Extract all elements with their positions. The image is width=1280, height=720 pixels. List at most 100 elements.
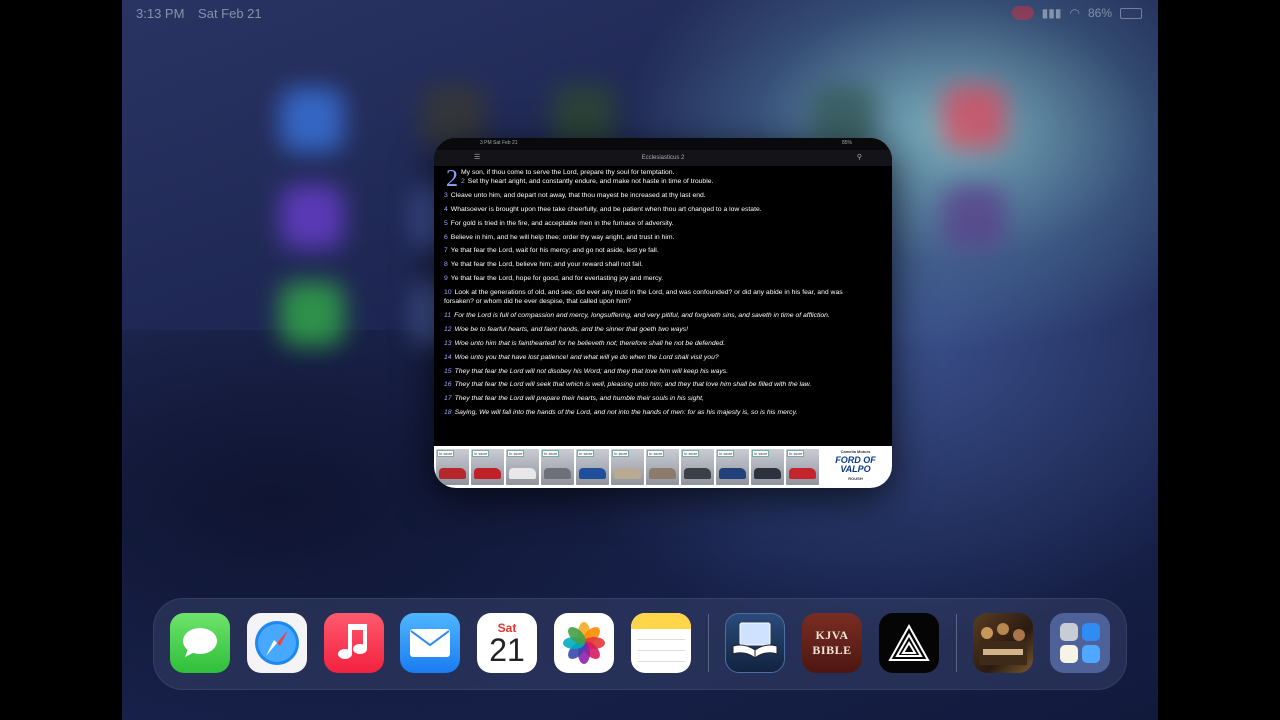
car-shape xyxy=(684,468,711,479)
verse-text: Believe in him, and he will help thee; o… xyxy=(450,233,675,241)
ad-tag: In store xyxy=(577,450,595,457)
ad-car-tile[interactable]: In store xyxy=(646,449,679,485)
verse-number: 15 xyxy=(444,367,452,375)
verse-number: 11 xyxy=(444,312,452,320)
card-status-battery: 85% xyxy=(841,140,852,146)
music-note-icon xyxy=(338,624,367,659)
screen-recording-icon xyxy=(1011,6,1034,20)
ad-car-tile[interactable]: In store xyxy=(681,449,714,485)
ad-car-tile[interactable]: In store xyxy=(611,449,644,485)
app-library-icon[interactable] xyxy=(1050,613,1110,673)
verse-1[interactable]: 2 My son, if thou come to serve the Lord… xyxy=(444,167,872,191)
blurred-app-icon xyxy=(942,185,1006,249)
car-shape xyxy=(579,468,606,479)
notes-line xyxy=(637,639,685,640)
verse-6[interactable]: 6 Believe in him, and he will help thee; … xyxy=(444,233,872,242)
kjva-subtitle: BIBLE xyxy=(812,643,852,657)
calendar-date: 21 xyxy=(489,632,525,668)
ad-tag: In store xyxy=(507,450,525,457)
verse-number: 18 xyxy=(444,409,452,417)
verse-number: 6 xyxy=(444,233,448,241)
verse-8[interactable]: 8 Ye that fear the Lord, believe him; and… xyxy=(444,260,872,269)
ad-car-tile[interactable]: In store xyxy=(506,449,539,485)
verse-18[interactable]: 18 Saying, We will fall into the hands of… xyxy=(444,408,872,417)
verse-11[interactable]: 11 For the Lord is full of compassion and… xyxy=(444,311,872,320)
ad-banner[interactable]: In store In store In store In store In store… xyxy=(434,446,892,488)
dealer-name: FORD OF VALPO xyxy=(835,455,876,474)
verse-17[interactable]: 17 They that fear the Lord will prepare t… xyxy=(444,394,872,403)
dock-separator xyxy=(708,614,709,672)
status-date: Sat Feb 21 xyxy=(198,6,262,21)
blurred-app-icon xyxy=(280,185,344,249)
verse-text: Woe be to fearful hearts, and faint hand… xyxy=(454,325,689,333)
verse-number: 12 xyxy=(444,325,452,333)
verse-text: Woe unto him that is fainthearted! for h… xyxy=(454,339,726,347)
ad-car-strip[interactable]: In store In store In store In store In store… xyxy=(436,449,821,485)
ad-car-tile[interactable]: In store xyxy=(751,449,784,485)
ad-car-tile[interactable]: In store xyxy=(471,449,504,485)
verse-text: Cleave unto him, and depart not away, th… xyxy=(450,191,706,199)
verse-number: 17 xyxy=(444,395,452,403)
ad-car-tile[interactable]: In store xyxy=(576,449,609,485)
recent-photo-thumbnail[interactable] xyxy=(973,613,1033,673)
verse-number: 8 xyxy=(444,261,448,269)
verse-number: 13 xyxy=(444,339,452,347)
verse-text: They that fear the Lord will seek that w… xyxy=(454,381,812,389)
kjva-bible-app-icon[interactable]: KJVA BIBLE xyxy=(802,613,862,673)
status-bar: 3:13 PM Sat Feb 21 xyxy=(136,6,272,21)
search-icon[interactable]: ⚲ xyxy=(857,150,862,166)
verse-4[interactable]: 4 Whatsoever is brought upon thee take ch… xyxy=(444,205,872,214)
ad-tag: In store xyxy=(542,450,560,457)
safari-app-icon[interactable] xyxy=(247,613,307,673)
car-shape xyxy=(544,468,571,479)
verse-12[interactable]: 12 Woe be to fearful hearts, and faint ha… xyxy=(444,325,872,334)
photos-flower-icon xyxy=(563,622,605,664)
verse-14[interactable]: 14 Woe unto you that have lost patience! … xyxy=(444,353,872,362)
verse-5[interactable]: 5 For gold is tried in the fire, and acce… xyxy=(444,219,872,228)
verse-text: Ye that fear the Lord, believe him; and … xyxy=(450,261,643,269)
verse-text: For gold is tried in the fire, and accep… xyxy=(450,219,674,227)
calendar-app-icon[interactable]: Sat 21 xyxy=(477,613,537,673)
blurred-app-icon xyxy=(280,88,344,152)
verse-16[interactable]: 16 They that fear the Lord will seek that… xyxy=(444,380,872,389)
verse-15[interactable]: 15 They that fear the Lord will not disob… xyxy=(444,367,872,376)
verse-number: 10 xyxy=(444,289,452,297)
battery-icon xyxy=(1120,7,1142,19)
prism-app-icon[interactable] xyxy=(879,613,939,673)
ad-car-tile[interactable]: In store xyxy=(436,449,469,485)
menu-icon[interactable]: ☰ xyxy=(474,150,480,166)
wifi-icon: ◠ xyxy=(1069,6,1080,20)
ad-car-tile[interactable]: In store xyxy=(541,449,574,485)
verse-10[interactable]: 10 Look at the generations of old, and se… xyxy=(444,288,872,306)
verse-list: 2 My son, if thou come to serve the Lord… xyxy=(434,166,892,444)
notes-header-strip xyxy=(631,613,691,629)
blurred-app-icon xyxy=(942,85,1006,149)
triangle-icon xyxy=(888,624,930,661)
messages-app-icon[interactable] xyxy=(170,613,230,673)
car-shape xyxy=(789,468,816,479)
verse-text: Ye that fear the Lord, wait for his merc… xyxy=(450,247,659,255)
verse-7[interactable]: 7 Ye that fear the Lord, wait for his mer… xyxy=(444,246,872,255)
verse-9[interactable]: 9 Ye that fear the Lord, hope for good, a… xyxy=(444,274,872,283)
verse-13[interactable]: 13 Woe unto him that is fainthearted! for… xyxy=(444,339,872,348)
photos-app-icon[interactable] xyxy=(554,613,614,673)
mail-app-icon[interactable] xyxy=(400,613,460,673)
verse-number: 14 xyxy=(444,353,452,361)
book-title[interactable]: Ecclesiasticus 2 xyxy=(642,155,685,161)
verse-number: 9 xyxy=(444,275,448,283)
bible-app-card[interactable]: 3 PM Sat Feb 21 85% ☰ Ecclesiasticus 2 ⚲… xyxy=(434,138,892,488)
ad-tag: In store xyxy=(752,450,770,457)
blurred-app-icon xyxy=(280,282,344,346)
notes-app-icon[interactable] xyxy=(631,613,691,673)
card-status-time: 3 PM Sat Feb 21 xyxy=(480,140,518,146)
bible-study-app-icon[interactable] xyxy=(725,613,785,673)
music-app-icon[interactable] xyxy=(324,613,384,673)
card-status-bar: 3 PM Sat Feb 21 85% xyxy=(434,138,892,150)
status-indicators: ▮▮▮ ◠ 86% xyxy=(1011,6,1142,20)
ad-car-tile[interactable]: In store xyxy=(716,449,749,485)
verse-3[interactable]: 3 Cleave unto him, and depart not away, t… xyxy=(444,191,872,200)
signal-icon: ▮▮▮ xyxy=(1041,6,1062,20)
dealer-logo[interactable]: Camelia Motors FORD OF VALPO ROUSH xyxy=(821,447,890,487)
verse-text: They that fear the Lord will not disobey… xyxy=(454,367,729,375)
ad-car-tile[interactable]: In store xyxy=(786,449,819,485)
